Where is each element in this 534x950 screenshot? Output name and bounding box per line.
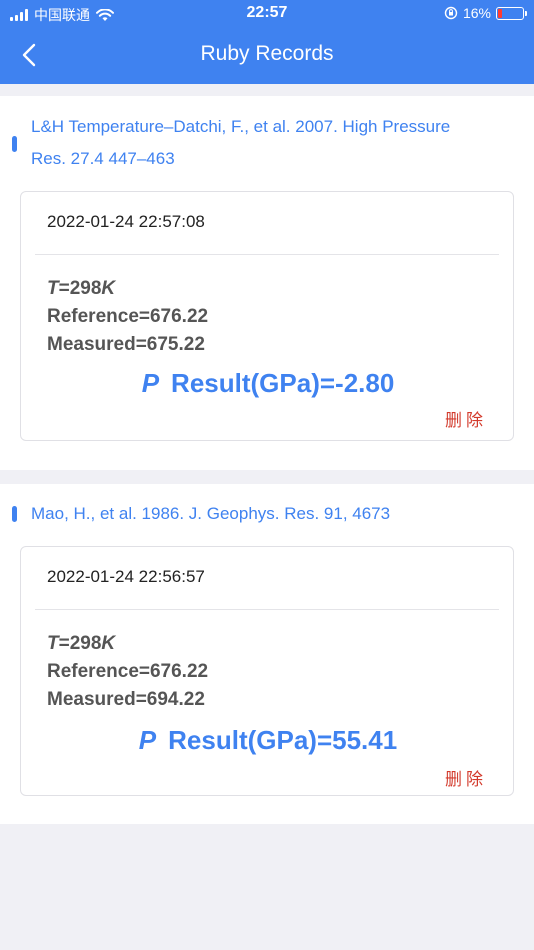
- battery-percent: 16%: [462, 5, 491, 21]
- pressure-result: P Result(GPa)=55.41: [138, 725, 398, 755]
- reference-value: Reference=676.22: [47, 306, 209, 327]
- record-card: L&H Temperature–Datchi, F., et al. 2007.…: [0, 96, 534, 470]
- reference-value: Reference=676.22: [47, 661, 209, 682]
- divider: [35, 609, 499, 610]
- reference-title: Mao, H., et al. 1986. J. Geophys. Res. 9…: [31, 504, 391, 523]
- reference-title: L&H Temperature–Datchi, F., et al. 2007.…: [31, 117, 451, 168]
- record-card: Mao, H., et al. 1986. J. Geophys. Res. 9…: [0, 484, 534, 824]
- reference-marker: [12, 136, 17, 152]
- orientation-lock-icon: [444, 6, 458, 20]
- record-timestamp: 2022-01-24 22:56:57: [47, 567, 205, 586]
- reference-marker: [12, 506, 17, 522]
- battery-icon: [496, 6, 527, 20]
- status-bar: 中国联通 22:57 16%: [0, 0, 534, 28]
- temperature-field: T=298K: [47, 278, 116, 299]
- measured-value: Measured=694.22: [47, 689, 205, 710]
- temperature-field: T=298K: [47, 633, 116, 654]
- delete-button[interactable]: 删除: [445, 406, 487, 431]
- measured-value: Measured=675.22: [47, 334, 205, 355]
- divider: [35, 254, 499, 255]
- delete-button[interactable]: 删除: [445, 765, 487, 790]
- status-right: 16%: [444, 5, 527, 21]
- pressure-result: P Result(GPa)=-2.80: [141, 368, 395, 398]
- record-detail-box: 2022-01-24 22:56:57 T=298K Reference=676…: [20, 546, 514, 796]
- page-title: Ruby Records: [200, 42, 334, 65]
- record-detail-box: 2022-01-24 22:57:08 T=298K Reference=676…: [20, 191, 514, 441]
- record-timestamp: 2022-01-24 22:57:08: [47, 212, 205, 231]
- app-header: 中国联通 22:57 16% Ruby Records: [0, 0, 534, 84]
